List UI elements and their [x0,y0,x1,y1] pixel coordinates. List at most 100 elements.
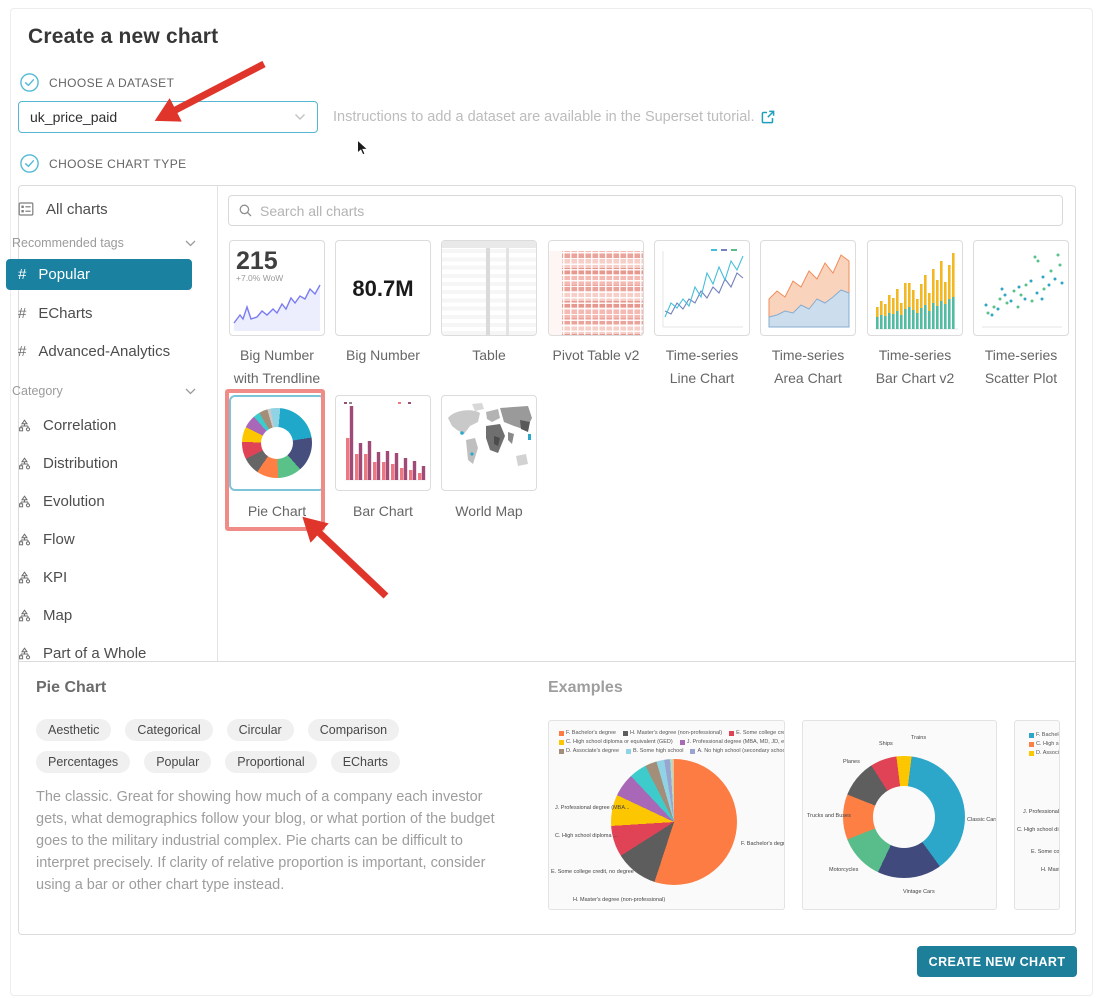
sidebar-item-label: Correlation [43,417,116,434]
sidebar-item-echarts[interactable]: # ECharts [6,298,192,329]
tag-badge: Popular [144,751,211,773]
sidebar-item-label: All charts [46,201,108,218]
sidebar-item-label: Evolution [43,493,105,510]
card-label-ts-bar[interactable]: Time-seriesBar Chart v2 [857,344,973,390]
example-pie-chart-image: F. Bachelor's degree H. Master's degree … [548,720,785,910]
hash-icon: # [18,343,26,360]
card-label-pivot-table[interactable]: Pivot Table v2 [538,344,654,367]
dataset-instructions: Instructions to add a dataset are availa… [333,109,775,125]
step-chart-type: CHOOSE CHART TYPE [20,154,187,173]
hash-icon: # [18,266,26,283]
example-clipped-image: F. Bachelor's degre C. High school diplo… [1014,720,1060,910]
external-link-icon[interactable] [761,110,775,124]
section-header-label: Category [12,384,63,398]
card-thumb-ts-bar[interactable] [867,240,963,336]
sitemap-icon [18,609,31,622]
card-label-pie-chart[interactable]: Pie Chart [219,500,335,523]
section-header-label: Recommended tags [12,236,124,250]
chart-description: The classic. Great for showing how much … [36,786,508,896]
sitemap-icon [18,647,31,660]
sidebar-item-label: Map [43,607,72,624]
table-thumbnail [442,241,536,335]
sitemap-icon [18,533,31,546]
card-label-ts-area[interactable]: Time-seriesArea Chart [750,344,866,390]
card-label-ts-line[interactable]: Time-seriesLine Chart [644,344,760,390]
choose-chart-type-label: CHOOSE CHART TYPE [49,157,187,171]
sidebar-item-label: ECharts [38,305,92,322]
sidebar-item-label: Part of a Whole [43,645,146,662]
thumb-big-number-value: 215 [236,247,278,275]
examples-heading: Examples [548,679,623,697]
card-thumb-big-number-trendline[interactable]: 215 +7.0% WoW [229,240,325,336]
pie-chart-thumbnail [242,408,312,478]
selected-chart-name: Pie Chart [36,679,106,697]
sitemap-icon [18,571,31,584]
search-input[interactable] [260,203,1052,219]
page-title: Create a new chart [28,25,218,49]
card-label-big-number-trendline[interactable]: Big Numberwith Trendline [219,344,335,390]
sidebar-item-label: Distribution [43,455,118,472]
example-donut [843,756,965,878]
sitemap-icon [18,457,31,470]
sidebar-item-evolution[interactable]: Evolution [18,489,188,513]
example-donut-chart-image: Trains Ships Planes Trucks and Buses Mot… [802,720,997,910]
sidebar-item-advanced-analytics[interactable]: # Advanced-Analytics [6,336,192,367]
tag-badge: Categorical [125,719,212,741]
sidebar-item-correlation[interactable]: Correlation [18,413,188,437]
card-thumb-bar-chart[interactable] [335,395,431,491]
thumb-big-number-value: 80.7M [352,276,413,301]
chevron-down-icon [185,388,196,395]
create-new-chart-button[interactable]: CREATE NEW CHART [917,946,1077,977]
sidebar-item-label: Flow [43,531,75,548]
chart-tags: Aesthetic Categorical Circular Compariso… [36,719,466,773]
sidebar-item-all-charts[interactable]: All charts [18,197,188,221]
card-thumb-ts-scatter[interactable] [973,240,1069,336]
card-label-world-map[interactable]: World Map [431,500,547,523]
card-thumb-ts-line[interactable] [654,240,750,336]
chevron-down-icon [185,240,196,247]
sidebar-item-label: KPI [43,569,67,586]
dataset-select-value: uk_price_paid [30,109,294,125]
sidebar-section-recommended-tags[interactable]: Recommended tags [12,236,196,250]
sidebar-item-distribution[interactable]: Distribution [18,451,188,475]
chevron-down-icon [294,113,306,121]
card-label-ts-scatter[interactable]: Time-seriesScatter Plot [963,344,1079,390]
card-thumb-ts-area[interactable] [760,240,856,336]
pivot-thumbnail [549,241,643,335]
tag-badge: Proportional [225,751,316,773]
sitemap-icon [18,419,31,432]
sidebar-item-map[interactable]: Map [18,603,188,627]
dataset-select[interactable]: uk_price_paid [18,101,318,133]
dataset-instructions-text: Instructions to add a dataset are availa… [333,109,755,125]
tag-badge: Comparison [308,719,399,741]
card-label-bar-chart[interactable]: Bar Chart [325,500,441,523]
card-label-table[interactable]: Table [431,344,547,367]
ballot-icon [18,201,34,217]
card-thumb-pie-chart[interactable] [229,395,325,491]
tag-badge: ECharts [331,751,400,773]
card-label-big-number[interactable]: Big Number [325,344,441,367]
sidebar-item-label: Popular [38,266,90,283]
card-thumb-table[interactable] [441,240,537,336]
card-thumb-pivot-table[interactable] [548,240,644,336]
sitemap-icon [18,495,31,508]
check-circle-icon [20,154,39,173]
search-icon [239,204,252,217]
sidebar-item-flow[interactable]: Flow [18,527,188,551]
choose-dataset-label: CHOOSE A DATASET [49,76,174,90]
step-dataset: CHOOSE A DATASET [20,73,174,92]
hash-icon: # [18,305,26,322]
chart-search [228,195,1063,226]
example-pie [611,759,737,885]
sidebar-item-kpi[interactable]: KPI [18,565,188,589]
sidebar-section-category[interactable]: Category [12,384,196,398]
sidebar-item-popular[interactable]: # Popular [6,259,192,290]
card-thumb-big-number[interactable]: 80.7M [335,240,431,336]
check-circle-icon [20,73,39,92]
card-thumb-world-map[interactable] [441,395,537,491]
thumb-big-number-delta: +7.0% WoW [236,273,283,283]
panel-divider [18,661,1076,662]
tag-badge: Percentages [36,751,130,773]
sidebar-item-label: Advanced-Analytics [38,343,170,360]
tag-badge: Circular [227,719,294,741]
